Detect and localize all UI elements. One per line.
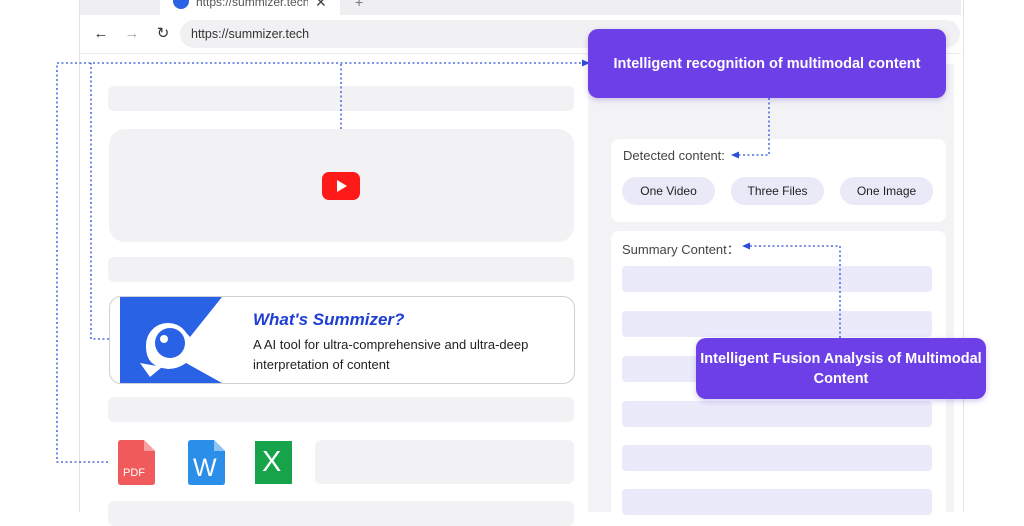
recognition-callout: Intelligent recognition of multimodal co… [588,29,946,98]
fusion-callout: Intelligent Fusion Analysis of Multimoda… [696,338,986,399]
